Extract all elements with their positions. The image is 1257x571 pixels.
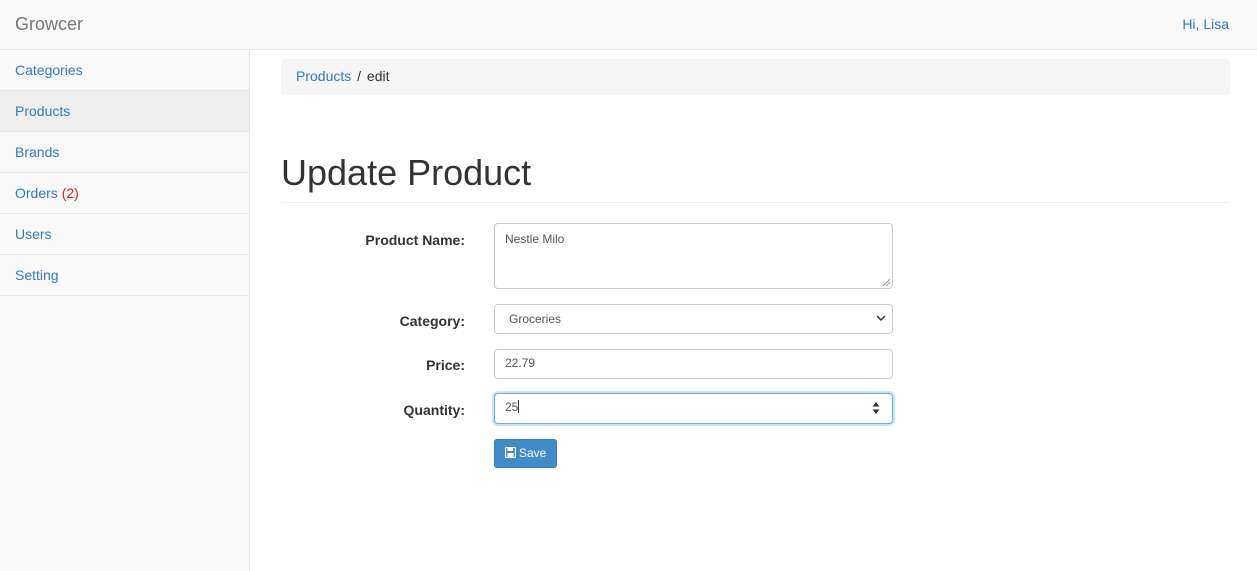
sidebar-item-label: Categories	[15, 62, 83, 78]
quantity-stepper[interactable]: 25	[494, 393, 893, 424]
save-icon	[504, 446, 517, 459]
price-label: Price:	[426, 357, 465, 373]
product-name-label: Product Name:	[365, 232, 465, 248]
sidebar-item-label: Products	[15, 103, 71, 119]
brand-logo[interactable]: Growcer	[15, 14, 83, 35]
text-caret	[518, 400, 520, 413]
page-title: Update Product	[281, 152, 532, 193]
user-greeting-link[interactable]: Hi, Lisa	[1182, 16, 1229, 32]
sidebar-item-users[interactable]: Users	[0, 214, 249, 255]
category-selected-value: Groceries	[509, 312, 562, 326]
price-value: 22.79	[505, 356, 536, 370]
quantity-label: Quantity:	[403, 402, 465, 418]
sidebar: Categories Products Brands Orders (2) Us…	[0, 50, 250, 571]
sidebar-item-categories[interactable]: Categories	[0, 50, 249, 91]
price-field[interactable]: 22.79	[494, 349, 893, 379]
sidebar-item-orders[interactable]: Orders (2)	[0, 173, 249, 214]
spinner-arrows-icon[interactable]	[872, 401, 880, 415]
chevron-down-icon	[876, 315, 886, 321]
category-label: Category:	[399, 313, 465, 329]
breadcrumb-separator: /	[357, 68, 362, 84]
resize-grip-icon[interactable]	[882, 278, 891, 287]
breadcrumb: Products / edit	[281, 59, 1230, 95]
sidebar-item-brands[interactable]: Brands	[0, 132, 249, 173]
sidebar-item-label: Setting	[15, 267, 59, 283]
product-name-field[interactable]: Nestle Milo	[494, 223, 893, 289]
sidebar-item-label: Orders	[15, 185, 58, 201]
breadcrumb-products-link[interactable]: Products	[296, 68, 351, 84]
sidebar-item-label: Brands	[15, 144, 60, 160]
save-button[interactable]: Save	[494, 439, 557, 468]
sidebar-item-setting[interactable]: Setting	[0, 255, 249, 296]
page-header: Update Product	[281, 150, 1230, 203]
quantity-value: 25	[505, 400, 519, 414]
category-select[interactable]: Groceries	[494, 304, 893, 334]
breadcrumb-current: edit	[366, 68, 390, 84]
save-button-label: Save	[519, 446, 547, 460]
orders-count-badge: (2)	[61, 185, 79, 201]
top-navbar: Growcer Hi, Lisa	[0, 0, 1257, 50]
sidebar-item-label: Users	[15, 226, 52, 242]
sidebar-item-products[interactable]: Products	[0, 91, 249, 132]
